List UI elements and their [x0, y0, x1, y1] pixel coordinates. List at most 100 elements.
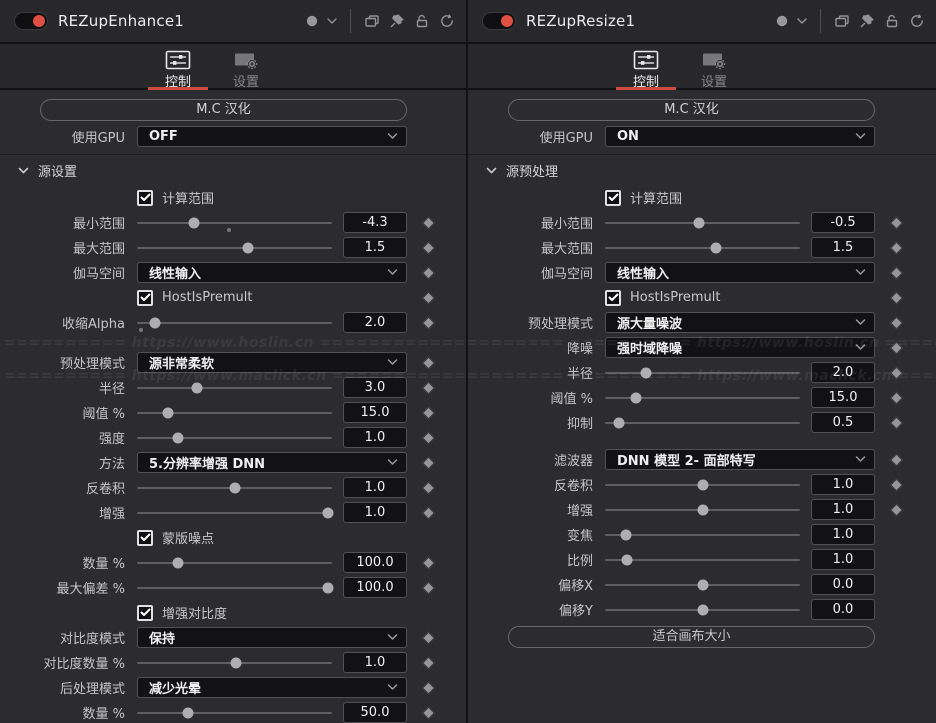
keyframe-diamond-icon[interactable]	[422, 631, 435, 644]
slider-handle[interactable]	[243, 242, 254, 253]
dropdown-方法[interactable]: 5.分辨率增强 DNN	[137, 452, 407, 473]
slider-handle[interactable]	[149, 317, 160, 328]
keyframe-diamond-icon[interactable]	[890, 416, 903, 429]
slider-数量 %[interactable]	[137, 550, 332, 575]
keyframe-diamond-icon[interactable]	[422, 706, 435, 719]
keyframe-diamond-icon[interactable]	[422, 556, 435, 569]
slider-收缩Alpha[interactable]	[137, 310, 332, 335]
copy-icon[interactable]	[833, 12, 851, 30]
value-field[interactable]: 2.0	[811, 362, 875, 383]
copy-icon[interactable]	[363, 12, 381, 30]
keyframe-diamond-icon[interactable]	[890, 266, 903, 279]
slider-handle[interactable]	[697, 504, 708, 515]
enable-toggle[interactable]	[482, 12, 516, 30]
value-field[interactable]: 3.0	[343, 377, 407, 398]
keyframe-diamond-icon[interactable]	[422, 506, 435, 519]
slider-handle[interactable]	[693, 217, 704, 228]
slider-反卷积[interactable]	[605, 472, 800, 497]
keyframe-diamond-icon[interactable]	[422, 656, 435, 669]
dropdown-滤波器[interactable]: DNN 模型 2- 面部特写	[605, 449, 875, 470]
value-field[interactable]: 1.0	[343, 477, 407, 498]
checkbox-HostIsPremult[interactable]	[137, 290, 153, 306]
lock-icon[interactable]	[883, 12, 901, 30]
dropdown-后处理模式[interactable]: 减少光晕	[137, 677, 407, 698]
checkbox-蒙版噪点[interactable]	[137, 530, 153, 546]
reset-icon[interactable]	[438, 12, 456, 30]
slider-handle[interactable]	[163, 407, 174, 418]
value-field[interactable]: 1.0	[811, 474, 875, 495]
slider-增强[interactable]	[137, 500, 332, 525]
keyframe-diamond-icon[interactable]	[890, 503, 903, 516]
gpu-dropdown[interactable]: OFF	[137, 126, 407, 147]
keyframe-diamond-icon[interactable]	[890, 366, 903, 379]
slider-handle[interactable]	[323, 507, 334, 518]
slider-handle[interactable]	[697, 479, 708, 490]
dropdown-预处理模式[interactable]: 源大量噪波	[605, 312, 875, 333]
chevron-down-icon[interactable]	[326, 17, 338, 25]
value-field[interactable]: 100.0	[343, 577, 407, 598]
value-field[interactable]: 0.0	[811, 599, 875, 620]
slider-反卷积[interactable]	[137, 475, 332, 500]
section-header[interactable]: 源预处理	[468, 155, 936, 185]
section-header[interactable]: 源设置	[0, 155, 466, 185]
color-dot-icon[interactable]	[305, 14, 319, 28]
keyframe-diamond-icon[interactable]	[890, 478, 903, 491]
keyframe-diamond-icon[interactable]	[422, 406, 435, 419]
slider-对比度数量 %[interactable]	[137, 650, 332, 675]
keyframe-diamond-icon[interactable]	[422, 216, 435, 229]
slider-半径[interactable]	[137, 375, 332, 400]
pin-icon[interactable]	[388, 12, 406, 30]
value-field[interactable]: 1.0	[343, 502, 407, 523]
keyframe-diamond-icon[interactable]	[890, 391, 903, 404]
reset-icon[interactable]	[908, 12, 926, 30]
value-field[interactable]: 0.5	[811, 412, 875, 433]
slider-handle[interactable]	[231, 657, 242, 668]
tab-settings[interactable]: 设置	[684, 44, 744, 88]
value-field[interactable]: 1.0	[811, 549, 875, 570]
slider-比例[interactable]	[605, 547, 800, 572]
slider-阈值 %[interactable]	[605, 385, 800, 410]
tab-control[interactable]: 控制	[148, 44, 208, 88]
checkbox-计算范围[interactable]	[605, 190, 621, 206]
checkbox-HostIsPremult[interactable]	[605, 290, 621, 306]
chevron-down-icon[interactable]	[796, 17, 808, 25]
tab-settings[interactable]: 设置	[216, 44, 276, 88]
slider-最大范围[interactable]	[137, 235, 332, 260]
color-dot-icon[interactable]	[775, 14, 789, 28]
slider-handle[interactable]	[192, 382, 203, 393]
slider-增强[interactable]	[605, 497, 800, 522]
slider-handle[interactable]	[711, 242, 722, 253]
keyframe-diamond-icon[interactable]	[422, 481, 435, 494]
slider-阈值 %[interactable]	[137, 400, 332, 425]
slider-handle[interactable]	[229, 482, 240, 493]
slider-handle[interactable]	[172, 557, 183, 568]
dropdown-伽马空间[interactable]: 线性输入	[137, 262, 407, 283]
keyframe-diamond-icon[interactable]	[890, 341, 903, 354]
slider-数量 %[interactable]	[137, 700, 332, 723]
localize-button[interactable]: M.C 汉化	[40, 99, 407, 121]
value-field[interactable]: 0.0	[811, 574, 875, 595]
slider-偏移X[interactable]	[605, 572, 800, 597]
keyframe-diamond-icon[interactable]	[890, 241, 903, 254]
keyframe-diamond-icon[interactable]	[422, 316, 435, 329]
keyframe-diamond-icon[interactable]	[422, 431, 435, 444]
keyframe-diamond-icon[interactable]	[422, 241, 435, 254]
keyframe-diamond-icon[interactable]	[890, 316, 903, 329]
enable-toggle[interactable]	[14, 12, 48, 30]
keyframe-diamond-icon[interactable]	[422, 356, 435, 369]
slider-handle[interactable]	[697, 579, 708, 590]
gpu-dropdown[interactable]: ON	[605, 126, 875, 147]
value-field[interactable]: 50.0	[343, 702, 407, 723]
value-field[interactable]: 1.5	[811, 237, 875, 258]
slider-handle[interactable]	[188, 217, 199, 228]
value-field[interactable]: 1.5	[343, 237, 407, 258]
slider-半径[interactable]	[605, 360, 800, 385]
value-field[interactable]: 15.0	[811, 387, 875, 408]
dropdown-降噪[interactable]: 强时域降噪	[605, 337, 875, 358]
keyframe-diamond-icon[interactable]	[422, 381, 435, 394]
slider-偏移Y[interactable]	[605, 597, 800, 622]
value-field[interactable]: 100.0	[343, 552, 407, 573]
fit-to-canvas-button[interactable]: 适合画布大小	[508, 626, 875, 648]
value-field[interactable]: -4.3	[343, 212, 407, 233]
slider-强度[interactable]	[137, 425, 332, 450]
